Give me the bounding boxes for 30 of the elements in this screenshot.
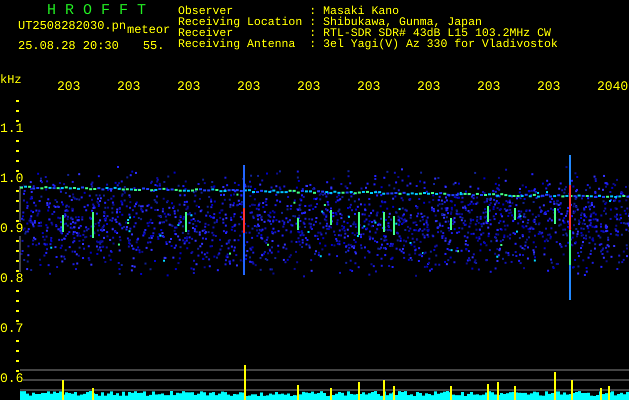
- app-title: H R O F F T: [46, 1, 148, 18]
- time-label: 203: [117, 79, 140, 94]
- time-label: 203: [477, 79, 500, 94]
- time-label: 203: [417, 79, 440, 94]
- detection-tag: meteor: [127, 18, 170, 38]
- station-value: Masaki Kano: [323, 6, 400, 17]
- frequency-label: 0.9: [0, 222, 24, 236]
- station-value: Shibukawa, Gunma, Japan: [323, 17, 482, 28]
- time-label: 203: [537, 79, 560, 94]
- file-name: UT2508282030.pn: [18, 18, 126, 35]
- colon: :: [309, 6, 316, 17]
- time-label: 203: [357, 79, 380, 94]
- station-label: Receiving Antenna: [178, 39, 296, 50]
- timestamp: 25.08.28 20:30: [18, 38, 119, 54]
- station-label: Receiver: [178, 28, 234, 39]
- colon: :: [309, 28, 316, 39]
- time-label: 203: [57, 79, 80, 94]
- station-label: Receiving Location: [178, 17, 302, 28]
- frequency-label: 1.0: [0, 172, 24, 186]
- station-value: RTL-SDR SDR# 43dB L15 103.2MHz CW: [323, 28, 551, 39]
- time-label: 203: [177, 79, 200, 94]
- count: 55.: [142, 38, 164, 54]
- colon: :: [309, 39, 316, 50]
- station-label: Observer: [178, 6, 234, 17]
- time-label: 203: [297, 79, 320, 94]
- time-label: 2040: [597, 79, 628, 94]
- unit-label: kHz: [0, 73, 22, 87]
- time-label: 203: [237, 79, 260, 94]
- colon: :: [309, 17, 316, 28]
- station-value: 3el Yagi(V) Az 330 for Vladivostok: [323, 39, 558, 50]
